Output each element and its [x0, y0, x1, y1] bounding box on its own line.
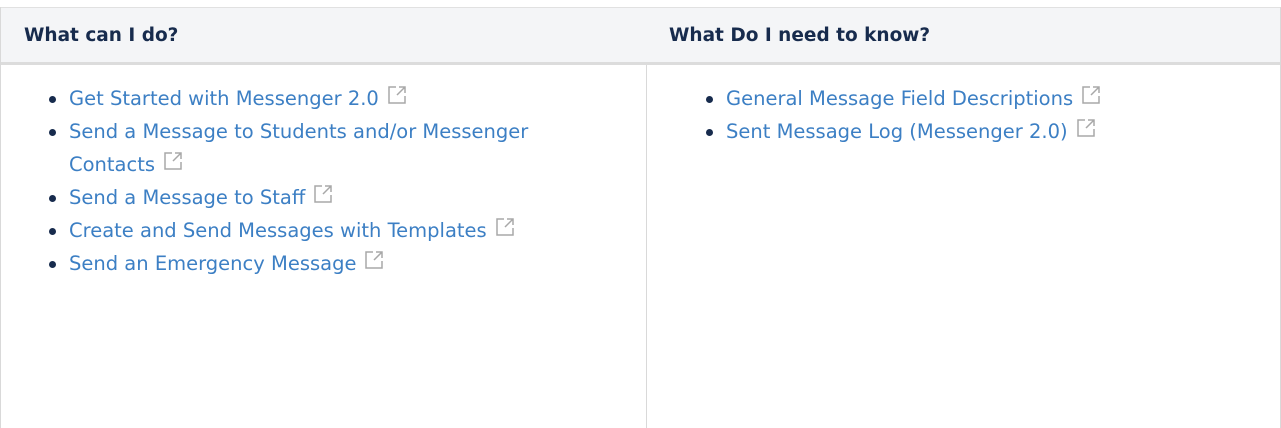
bullet	[49, 261, 56, 268]
bullet	[706, 129, 713, 136]
link-templates[interactable]: Create and Send Messages with Templates	[69, 219, 487, 242]
link-field-descriptions[interactable]: General Message Field Descriptions	[726, 87, 1073, 110]
link-list-what-do-i-need-to-know: General Message Field Descriptions Sent …	[646, 65, 1280, 148]
column-header-what-can-i-do: What can I do?	[1, 7, 646, 65]
bullet	[49, 195, 56, 202]
external-link-icon	[314, 185, 333, 203]
bullet	[49, 129, 56, 136]
external-link-icon	[365, 251, 384, 269]
link-send-to-students[interactable]: Send a Message to Students and/or Messen…	[69, 120, 528, 176]
what-can-i-do-column: What can I do? Get Started with Messenge…	[0, 7, 647, 428]
link-sent-message-log[interactable]: Sent Message Log (Messenger 2.0)	[726, 120, 1068, 143]
link-emergency-message[interactable]: Send an Emergency Message	[69, 252, 356, 275]
what-do-i-need-to-know-column: What Do I need to know? General Message …	[646, 7, 1281, 428]
bullet	[49, 96, 56, 103]
link-list-what-can-i-do: Get Started with Messenger 2.0 Send a Me…	[1, 65, 646, 280]
external-link-icon	[1076, 119, 1095, 137]
list-item: Sent Message Log (Messenger 2.0)	[706, 115, 1280, 148]
link-get-started[interactable]: Get Started with Messenger 2.0	[69, 87, 379, 110]
link-send-to-staff[interactable]: Send a Message to Staff	[69, 186, 305, 209]
external-link-icon	[1082, 86, 1100, 104]
list-item: General Message Field Descriptions	[706, 82, 1280, 115]
bullet	[49, 228, 56, 235]
list-item: Create and Send Messages with Templates	[49, 214, 549, 247]
list-item: Send a Message to Students and/or Messen…	[49, 115, 549, 181]
list-item: Get Started with Messenger 2.0	[49, 82, 549, 115]
external-link-icon	[388, 86, 406, 104]
column-header-what-do-i-need-to-know: What Do I need to know?	[646, 7, 1280, 65]
external-link-icon	[495, 218, 514, 236]
list-item: Send an Emergency Message	[49, 247, 549, 280]
external-link-icon	[164, 152, 182, 170]
bullet	[706, 96, 713, 103]
link-table: What can I do? Get Started with Messenge…	[0, 7, 1281, 428]
list-item: Send a Message to Staff	[49, 181, 549, 214]
